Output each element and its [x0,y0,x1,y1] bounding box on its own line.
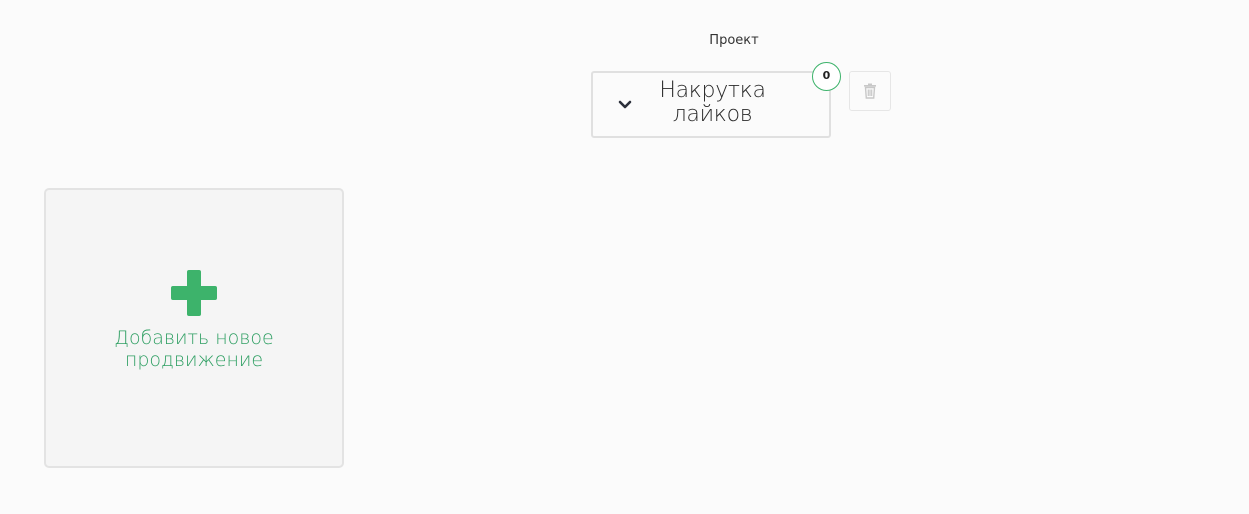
project-select-value: Накрутка лайков [659,78,766,127]
project-label: Проект [709,33,759,48]
trash-icon [863,83,877,99]
project-count-badge: 0 [812,62,841,91]
delete-project-button[interactable] [849,71,891,111]
page: Проект Накрутка лайков 0 Добавить новое … [0,0,1249,514]
chevron-down-icon [617,98,633,112]
project-select[interactable]: Накрутка лайков [591,71,831,138]
plus-icon [170,269,218,317]
add-promotion-card[interactable]: Добавить новое продвижение [44,188,344,468]
add-promotion-label: Добавить новое продвижение [114,327,274,371]
